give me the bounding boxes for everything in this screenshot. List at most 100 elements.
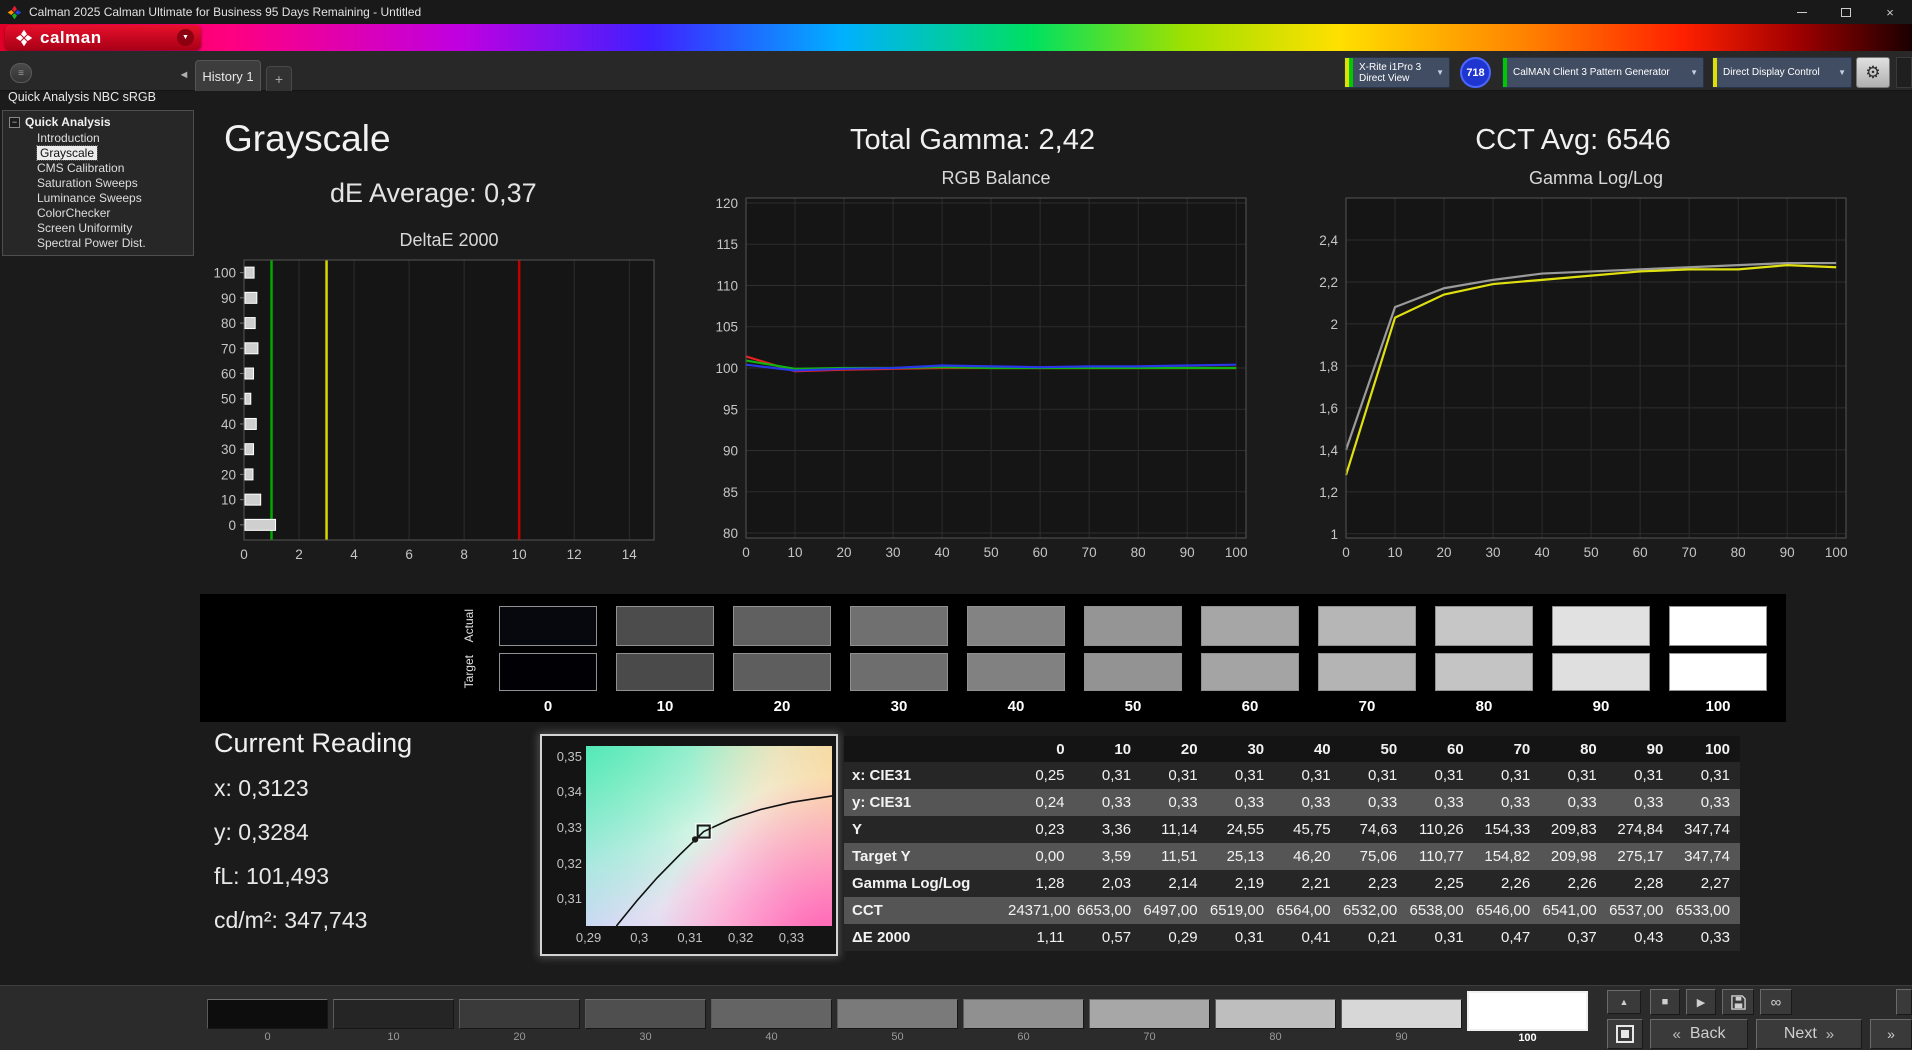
logo-menu-chevron[interactable]: ▼ [177,29,194,46]
minimize-button[interactable] [1780,0,1824,24]
minimize-icon [1797,12,1807,13]
pattern-level-button-40[interactable]: 40 [711,989,832,1044]
toolbar-edge-button[interactable] [1896,57,1912,88]
row-label: CCT [844,897,1008,924]
table-cell: 154,33 [1474,816,1541,843]
display-control-dropdown[interactable]: Direct Display Control ▼ [1712,57,1852,88]
save-button[interactable] [1722,989,1754,1015]
sidebar-item-introduction[interactable]: Introduction [3,131,193,146]
svg-text:90: 90 [1780,545,1795,560]
calman-logo-button[interactable]: calman ▼ [5,25,201,50]
deltae-2000-svg: 024681012140102030405060708090100 [206,254,676,570]
meter-dropdown[interactable]: X-Rite i1Pro 3 Direct View ▼ [1344,57,1450,88]
pattern-window-button[interactable] [1607,1019,1643,1049]
maximize-button[interactable] [1824,0,1868,24]
panel-options-button[interactable]: ≡ [10,63,32,83]
pattern-level-button-70[interactable]: 70 [1089,989,1210,1044]
rgb-balance-chart-title: RGB Balance [746,168,1246,192]
table-cell: 0,33 [1274,789,1341,816]
pattern-level-button-60[interactable]: 60 [963,989,1084,1044]
pattern-level-button-30[interactable]: 30 [585,989,706,1044]
svg-text:10: 10 [221,493,236,508]
add-tab-button[interactable]: + [266,66,292,91]
table-cell: 6538,00 [1407,897,1474,924]
meter-line2: Direct View [1359,73,1409,84]
bar-edge-next-button[interactable]: » [1870,1019,1912,1049]
table-cell: 0,25 [1008,762,1075,789]
ramp-label-spacer [458,698,480,716]
ramp-swatch-target-40 [967,653,1065,691]
pattern-level-button-90[interactable]: 90 [1341,989,1462,1044]
cct-average-readout: CCT Avg: 6546 [1300,124,1846,157]
pattern-generator-dropdown[interactable]: CalMAN Client 3 Pattern Generator ▼ [1502,57,1704,88]
row-label: y: CIE31 [844,789,1008,816]
tree-root-row[interactable]: − Quick Analysis [3,115,193,129]
play-button[interactable]: ▶ [1686,989,1716,1015]
pattern-level-button-80[interactable]: 80 [1215,989,1336,1044]
table-cell: 275,17 [1607,843,1674,870]
svg-text:10: 10 [1388,545,1403,560]
meter-label: X-Rite i1Pro 3 Direct View [1353,62,1425,84]
table-cell: 6564,00 [1274,897,1341,924]
ramp-swatch-target-100 [1669,653,1767,691]
pattern-level-button-10[interactable]: 10 [333,989,454,1044]
ramp-swatch-target-60 [1201,653,1299,691]
settings-gear-button[interactable]: ⚙ [1856,57,1890,88]
close-button[interactable]: × [1868,0,1912,24]
table-cell: 2,27 [1673,870,1740,897]
table-cell: 0,31 [1341,762,1408,789]
table-cell: 209,83 [1540,816,1607,843]
svg-text:2,2: 2,2 [1319,275,1338,290]
gamma-chart-panel: Gamma Log/Log 010203040506070809010011,2… [1300,168,1860,570]
pattern-level-button-20[interactable]: 20 [459,989,580,1044]
svg-text:90: 90 [723,444,738,459]
svg-text:85: 85 [723,485,738,500]
svg-text:20: 20 [1437,545,1452,560]
sidebar-item-spectral-power-dist[interactable]: Spectral Power Dist. [3,236,193,251]
tab-history-1[interactable]: History 1 [195,60,261,91]
svg-text:30: 30 [1486,545,1501,560]
svg-text:70: 70 [221,341,236,356]
pattern-level-label: 0 [207,1031,328,1043]
table-cell: 2,28 [1607,870,1674,897]
sidebar-item-colorchecker[interactable]: ColorChecker [3,206,193,221]
sidebar-collapse-button[interactable]: ◄ [176,66,192,84]
table-cell: 6541,00 [1540,897,1607,924]
stop-button[interactable]: ■ [1650,989,1680,1015]
ramp-swatch-actual-70 [1318,606,1416,646]
svg-text:1,6: 1,6 [1319,401,1338,416]
meter-count-badge[interactable]: 718 [1460,57,1491,88]
calman-flower-icon [15,29,33,47]
back-button[interactable]: « Back [1650,1019,1748,1049]
pattern-level-label: 60 [963,1031,1084,1043]
sidebar-item-label: Saturation Sweeps [37,176,138,190]
svg-text:20: 20 [221,467,236,482]
pattern-level-button-50[interactable]: 50 [837,989,958,1044]
next-chevron-icon: » [1826,1026,1834,1043]
continuous-read-button[interactable]: ∞ [1760,989,1792,1015]
sidebar-item-saturation-sweeps[interactable]: Saturation Sweeps [3,176,193,191]
maximize-icon [1841,8,1851,17]
tree-expander-icon[interactable]: − [9,117,20,128]
ramp-level-label: 50 [1084,698,1182,716]
current-reading-panel: Current Reading x: 0,3123 y: 0,3284 fL: … [214,728,412,951]
pattern-level-label: 40 [711,1031,832,1043]
table-cell: 3,59 [1075,843,1142,870]
sidebar-item-grayscale[interactable]: Grayscale [3,146,193,161]
pattern-swatch [711,999,832,1029]
table-cell: 110,77 [1407,843,1474,870]
svg-text:100: 100 [213,266,236,281]
next-button[interactable]: Next » [1756,1019,1862,1049]
pattern-level-button-0[interactable]: 0 [207,989,328,1044]
bar-edge-top-button[interactable] [1896,989,1912,1015]
svg-text:1,2: 1,2 [1319,485,1338,500]
sidebar-item-luminance-sweeps[interactable]: Luminance Sweeps [3,191,193,206]
gamma-chart-plot: 010203040506070809010011,21,41,61,822,22… [1300,192,1860,570]
collapse-bar-button[interactable]: ▲ [1607,990,1641,1014]
pattern-level-button-100[interactable]: 100 [1467,989,1588,1044]
sidebar-item-screen-uniformity[interactable]: Screen Uniformity [3,221,193,236]
pattern-window-icon [1616,1025,1634,1043]
column-header: 70 [1474,736,1541,762]
ramp-swatch-actual-10 [616,606,714,646]
sidebar-item-cms-calibration[interactable]: CMS Calibration [3,161,193,176]
